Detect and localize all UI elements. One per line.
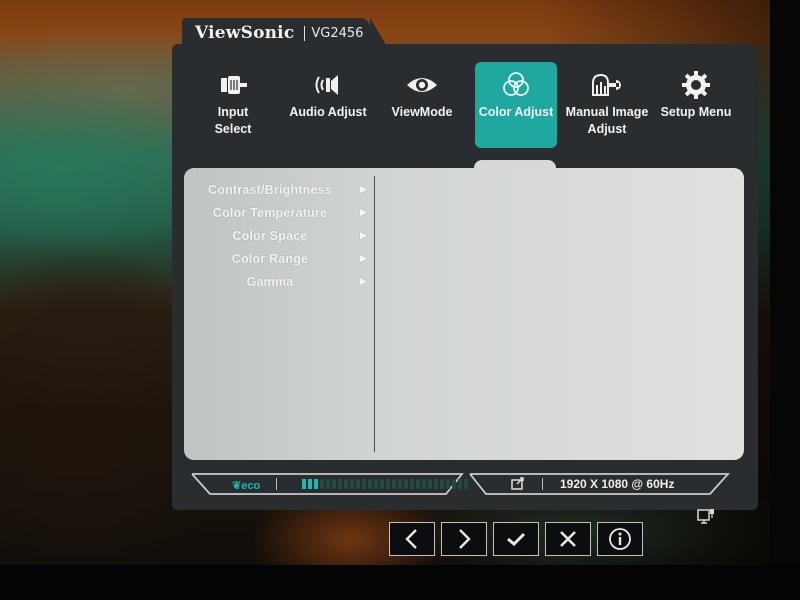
- eco-meter-segment: [392, 479, 396, 489]
- menu-item-gamma[interactable]: Gamma ▶: [190, 270, 372, 293]
- tab-input-select[interactable]: Input Select: [190, 62, 276, 148]
- menu-item-color-temperature[interactable]: Color Temperature ▶: [190, 201, 372, 224]
- menu-item-label: Color Temperature: [212, 205, 328, 220]
- status-bar: ❦eco 1920 X 1080 @ 60Hz: [190, 472, 730, 496]
- brand-name: ViewSonic: [195, 23, 295, 43]
- osd-tab-bar: Input Select Audio Adjust ViewMode Color…: [190, 62, 750, 152]
- close-button[interactable]: [545, 522, 591, 556]
- eco-meter-segment: [332, 479, 336, 489]
- eco-meter-segment: [440, 479, 444, 489]
- eco-meter-segment: [326, 479, 330, 489]
- eco-meter-segment: [338, 479, 342, 489]
- chevron-left-icon: [405, 529, 417, 549]
- monitor-bezel: [770, 0, 800, 600]
- eco-meter-segment: [308, 479, 312, 489]
- eco-meter-segment: [434, 479, 438, 489]
- brand-separator: [304, 25, 306, 41]
- eco-meter-segment: [458, 479, 462, 489]
- resolution-readout: 1920 X 1080 @ 60Hz: [560, 477, 675, 491]
- panel-divider: [374, 176, 375, 452]
- eco-meter-segment: [416, 479, 420, 489]
- osd-control-bar: [389, 522, 643, 556]
- eco-meter-segment: [428, 479, 432, 489]
- tab-label: Manual Image: [565, 105, 649, 119]
- hand-wrench-icon: [590, 70, 624, 100]
- eco-meter-segment: [356, 479, 360, 489]
- eco-meter-segment: [320, 479, 324, 489]
- menu-item-color-space[interactable]: Color Space ▶: [190, 224, 372, 247]
- menu-item-label: Color Range: [231, 251, 309, 266]
- tab-manual-image-adjust[interactable]: Manual Image Adjust: [564, 62, 650, 148]
- tab-setup-menu[interactable]: Setup Menu: [654, 62, 738, 148]
- menu-item-label: Gamma: [246, 274, 294, 289]
- tab-label: Select: [214, 122, 252, 136]
- chevron-right-icon: ▶: [360, 184, 368, 194]
- menu-item-label: Contrast/Brightness: [208, 182, 332, 197]
- status-separator: [276, 478, 277, 490]
- tab-viewmode[interactable]: ViewMode: [380, 62, 464, 148]
- chevron-right-icon: ▶: [360, 207, 368, 217]
- nav-left-button[interactable]: [389, 522, 435, 556]
- chevron-right-icon: ▶: [360, 253, 368, 263]
- close-icon: [560, 531, 576, 547]
- tab-label: Color Adjust: [478, 105, 554, 119]
- eco-meter-segment: [452, 479, 456, 489]
- eco-leaf-icon: ❦eco: [232, 480, 261, 492]
- eco-meter-segment: [422, 479, 426, 489]
- eco-meter-segment: [380, 479, 384, 489]
- eco-meter-segment: [302, 479, 306, 489]
- eco-meter-segment: [368, 479, 372, 489]
- eco-meter-segment: [314, 479, 318, 489]
- eco-meter-segment: [362, 479, 366, 489]
- tab-label: Audio Adjust: [289, 105, 367, 119]
- color-adjust-submenu: Contrast/Brightness ▶ Color Temperature …: [190, 178, 372, 293]
- tab-label: Setup Menu: [660, 105, 732, 119]
- eco-meter-segment: [404, 479, 408, 489]
- info-button[interactable]: [597, 522, 643, 556]
- menu-item-label: Color Space: [232, 228, 308, 243]
- input-signal-icon: [510, 476, 526, 492]
- speaker-icon: [311, 70, 345, 100]
- eco-meter-segment: [398, 479, 402, 489]
- eco-meter: [302, 479, 502, 489]
- nav-right-button[interactable]: [441, 522, 487, 556]
- status-separator: [542, 478, 543, 490]
- eco-label: eco: [241, 480, 261, 492]
- eco-meter-segment: [344, 479, 348, 489]
- eco-meter-segment: [410, 479, 414, 489]
- chevron-right-icon: ▶: [360, 276, 368, 286]
- brand-header: ViewSonic VG2456: [195, 22, 363, 44]
- model-name: VG2456: [311, 25, 364, 41]
- eco-meter-segment: [446, 479, 450, 489]
- tab-audio-adjust[interactable]: Audio Adjust: [286, 62, 370, 148]
- checkmark-icon: [507, 532, 526, 547]
- confirm-button[interactable]: [493, 522, 539, 556]
- monitor-bezel-bottom: [0, 565, 800, 600]
- eco-meter-segment: [386, 479, 390, 489]
- chevron-right-icon: [459, 529, 471, 549]
- menu-item-contrast-brightness[interactable]: Contrast/Brightness ▶: [190, 178, 372, 201]
- eco-meter-segment: [374, 479, 378, 489]
- tab-label: Adjust: [587, 122, 627, 136]
- tab-color-adjust[interactable]: Color Adjust: [475, 62, 557, 148]
- menu-item-color-range[interactable]: Color Range ▶: [190, 247, 372, 270]
- chevron-right-icon: ▶: [360, 230, 368, 240]
- input-connector-icon: [216, 70, 250, 100]
- color-circles-icon: [499, 70, 533, 100]
- gear-icon: [679, 70, 713, 100]
- info-icon: [609, 528, 631, 550]
- input-source-icon: [697, 508, 715, 526]
- tab-label: ViewMode: [391, 105, 453, 119]
- eye-icon: [405, 70, 439, 100]
- tab-label: Input: [217, 105, 249, 119]
- eco-meter-segment: [350, 479, 354, 489]
- eco-meter-segment: [464, 479, 468, 489]
